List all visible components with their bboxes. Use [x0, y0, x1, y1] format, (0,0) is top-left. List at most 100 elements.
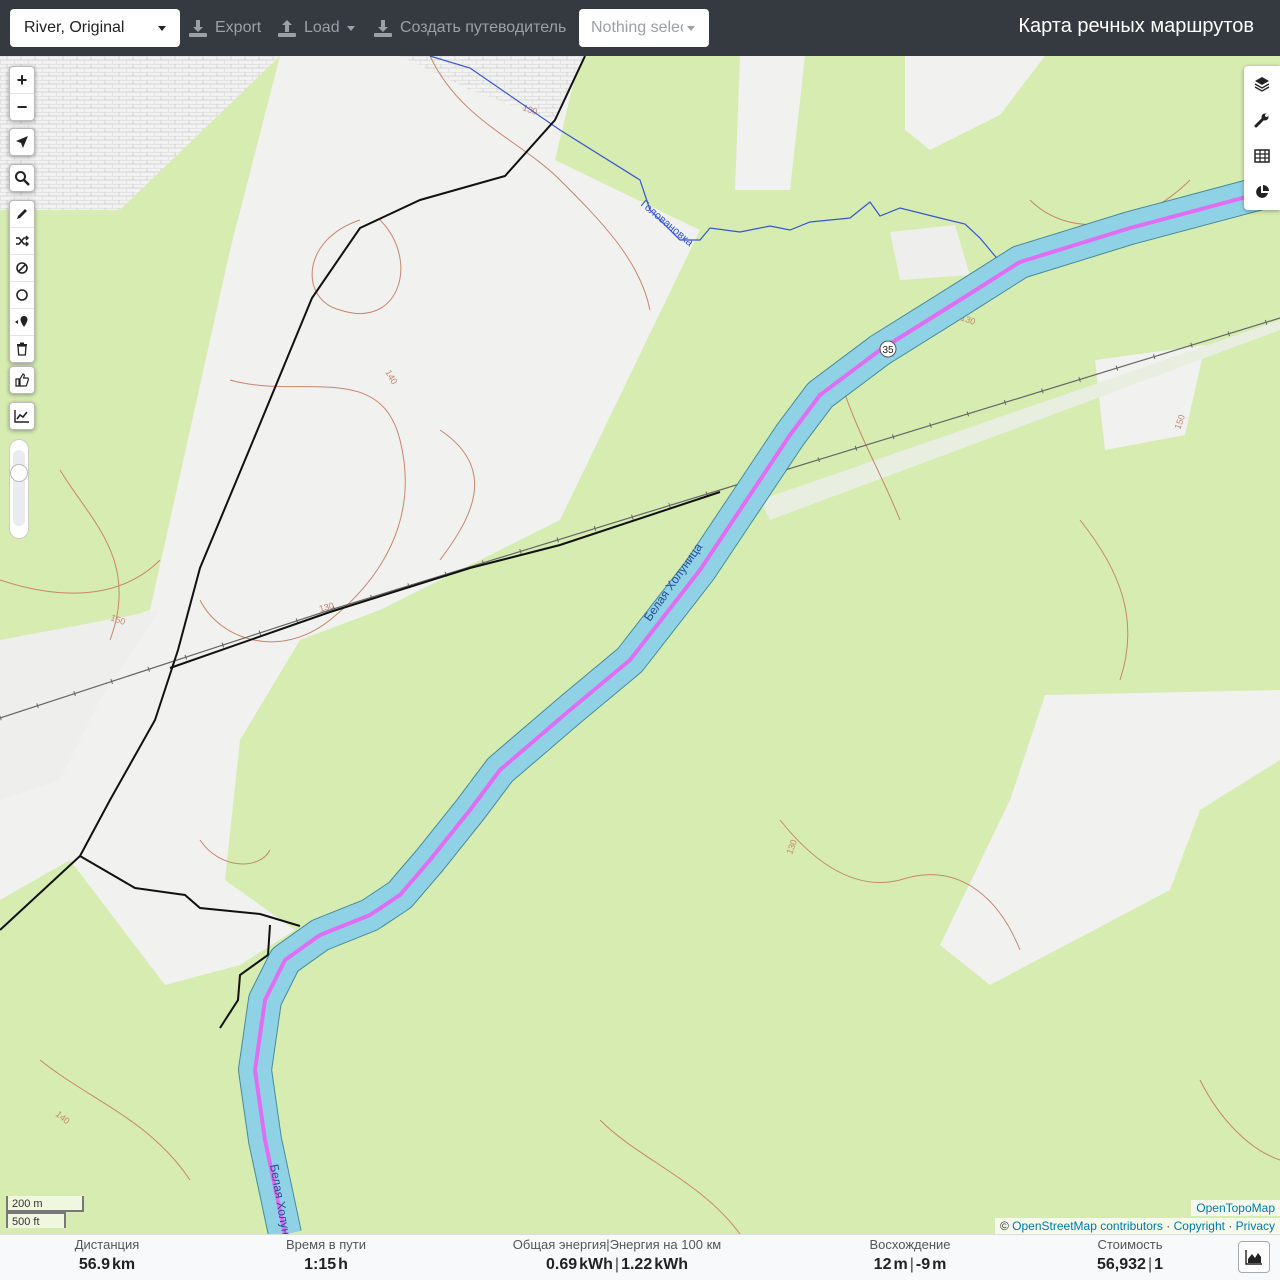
opacity-slider[interactable] [9, 439, 29, 539]
locate-control [9, 128, 35, 156]
scale-bar: 200 m 500 ft [6, 1196, 84, 1228]
top-navbar: River, Original Export Load Создать путе… [0, 0, 1280, 56]
stat-ascent: Восхождение 12 m | -9 m [840, 1237, 980, 1274]
profile-select-value: River, Original [24, 19, 125, 36]
energy-per100-unit: kWh [654, 1256, 688, 1273]
export-button[interactable]: Export [188, 9, 261, 47]
attribution-separator: · [1228, 1219, 1233, 1233]
circle-icon [16, 289, 28, 301]
search-icon [15, 171, 30, 186]
layers-icon [1254, 77, 1270, 92]
upload-icon [277, 18, 297, 38]
area-chart-icon [1245, 1250, 1262, 1265]
zoom-in-button[interactable]: + [10, 67, 34, 94]
cost-label: Стоимость [1097, 1237, 1163, 1252]
ascent-separator: | [909, 1256, 914, 1273]
attribution-separator: · [1166, 1219, 1171, 1233]
energy-total: 0.69 [546, 1256, 578, 1273]
analysis-button[interactable] [1244, 174, 1280, 210]
table-button[interactable] [1244, 138, 1280, 174]
layers-button[interactable] [1244, 66, 1280, 102]
pie-chart-icon [1256, 185, 1269, 198]
distance-unit: km [112, 1256, 136, 1273]
slider-track [13, 450, 25, 526]
load-button[interactable]: Load [277, 9, 355, 47]
search-control [9, 164, 35, 192]
attribution-bar: © OpenStreetMap contributors · Copyright… [994, 1218, 1280, 1234]
reverse-route-button[interactable] [10, 228, 34, 255]
time-label: Время в пути [286, 1237, 366, 1252]
location-arrow-icon [16, 136, 28, 148]
chevron-down-icon [346, 25, 355, 31]
map-marker-sound-icon [15, 316, 28, 327]
ascent-up: 12 [873, 1256, 892, 1273]
right-toolbar [1244, 66, 1280, 210]
zoom-control: + − [9, 66, 35, 121]
slider-handle[interactable] [10, 464, 28, 482]
elevation-chart-button[interactable] [10, 403, 34, 429]
create-guide-button[interactable]: Создать путеводитель [373, 9, 566, 47]
ascent-label: Восхождение [869, 1237, 951, 1252]
tile-attribution-link[interactable]: OpenTopoMap [1191, 1200, 1280, 1216]
route-select-value: Nothing selected [591, 19, 683, 36]
ban-icon [16, 262, 28, 274]
privacy-link[interactable]: Privacy [1236, 1219, 1275, 1233]
table-icon [1254, 149, 1270, 163]
topo-map: 130 140 150 130 130 140 150 130 Головано… [0, 56, 1280, 1234]
wrench-icon [1254, 113, 1269, 128]
profile-select[interactable]: River, Original [10, 9, 180, 47]
load-label: Load [304, 19, 340, 36]
scale-imperial: 500 ft [6, 1212, 66, 1228]
download-icon [373, 18, 393, 38]
add-poi-button[interactable] [10, 309, 34, 336]
stat-energy: Общая энергия|Энергия на 100 км 0.69 kWh |… [487, 1237, 747, 1274]
energy-label: Общая энергия|Энергия на 100 км [512, 1237, 722, 1252]
toggle-elevation-profile-button[interactable] [1238, 1241, 1270, 1273]
app-title: Карта речных маршрутов [1018, 15, 1254, 37]
scale-metric: 200 m [6, 1196, 84, 1212]
copyright-symbol: © [999, 1219, 1009, 1233]
locate-button[interactable] [10, 129, 34, 155]
pencil-icon [17, 209, 27, 219]
time-value: 1:15 [304, 1256, 337, 1273]
zoom-out-button[interactable]: − [10, 94, 34, 120]
time-unit: h [338, 1256, 348, 1273]
stat-distance: Дистанция 56.9 km [40, 1237, 174, 1274]
feedback-control [9, 366, 35, 394]
cost-separator: | [1147, 1256, 1153, 1273]
osm-contributors-link[interactable]: OpenStreetMap contributors [1012, 1219, 1163, 1233]
stat-time: Время в пути 1:15 h [256, 1237, 396, 1274]
ascent-up-unit: m [893, 1256, 908, 1273]
thumbs-up-icon [15, 373, 29, 387]
map-canvas[interactable]: 130 140 150 130 130 140 150 130 Головано… [0, 56, 1280, 1234]
create-guide-label: Создать путеводитель [400, 19, 567, 36]
copyright-link[interactable]: Copyright [1174, 1219, 1225, 1233]
distance-label: Дистанция [74, 1237, 140, 1252]
energy-per100: 1.22 [621, 1256, 653, 1273]
trash-icon [17, 342, 27, 356]
shuffle-icon [16, 235, 29, 247]
ascent-down-unit: m [932, 1256, 947, 1273]
ascent-down: -9 [915, 1256, 931, 1273]
energy-separator: | [614, 1256, 620, 1273]
route-select[interactable]: Nothing selected [579, 9, 709, 47]
cost-value: 56,932 [1097, 1256, 1146, 1273]
stat-cost: Стоимость 56,932 | 1 [1070, 1237, 1190, 1274]
elevation-control [9, 402, 35, 430]
line-chart-icon [14, 410, 29, 423]
thumbs-up-button[interactable] [10, 367, 34, 393]
download-icon [188, 18, 208, 38]
chevron-down-icon [687, 25, 695, 31]
no-go-area-button[interactable] [10, 255, 34, 282]
distance-value: 56.9 [78, 1256, 110, 1273]
circle-area-button[interactable] [10, 282, 34, 309]
energy-total-unit: kWh [579, 1256, 613, 1273]
settings-button[interactable] [1244, 102, 1280, 138]
draw-toolbar [9, 200, 35, 363]
draw-route-button[interactable] [10, 201, 34, 228]
route-marker-label: 35 [882, 345, 894, 356]
cost-count: 1 [1154, 1256, 1163, 1273]
search-button[interactable] [10, 165, 34, 191]
delete-route-button[interactable] [10, 336, 34, 362]
route-stats-bar: Дистанция 56.9 km Время в пути 1:15 h Обща… [0, 1234, 1280, 1280]
